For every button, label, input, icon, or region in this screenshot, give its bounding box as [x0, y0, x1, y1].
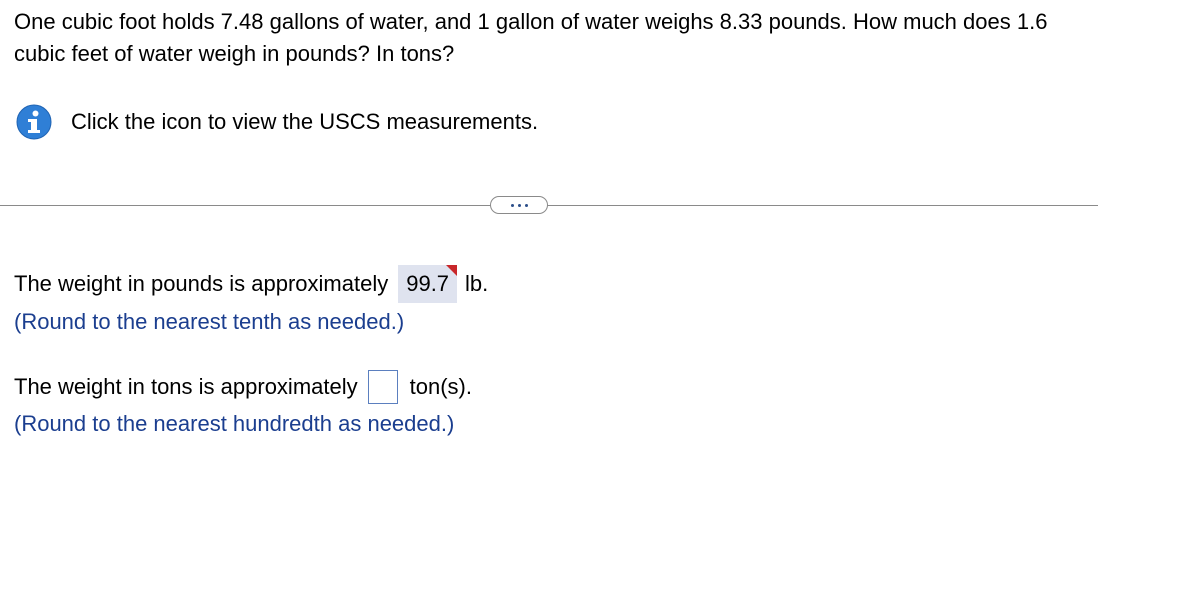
pounds-hint: (Round to the nearest tenth as needed.) — [14, 309, 405, 334]
pounds-answer-field[interactable]: 99.7 — [398, 265, 458, 303]
tons-unit: ton(s). — [409, 374, 472, 399]
pounds-answer-line: The weight in pounds is approximately 99… — [14, 265, 488, 303]
info-row: Click the icon to view the USCS measurem… — [16, 103, 538, 141]
tons-prefix: The weight in tons is approximately — [14, 374, 358, 399]
page: One cubic foot holds 7.48 gallons of wat… — [0, 0, 1196, 602]
info-text: Click the icon to view the USCS measurem… — [71, 109, 539, 134]
pounds-answer-value: 99.7 — [406, 271, 450, 296]
pounds-unit: lb. — [465, 271, 489, 296]
question-text: One cubic foot holds 7.48 gallons of wat… — [14, 9, 1048, 66]
tons-answer-input[interactable] — [367, 370, 398, 404]
tons-hint: (Round to the nearest hundredth as neede… — [14, 411, 455, 436]
info-icon[interactable] — [16, 104, 52, 140]
tons-answer-line: The weight in tons is approximately ton(… — [14, 368, 472, 406]
ellipsis-icon — [510, 203, 528, 207]
pounds-prefix: The weight in pounds is approximately — [14, 271, 389, 296]
incorrect-marker-icon — [446, 265, 458, 276]
divider — [0, 205, 1098, 206]
expand-button[interactable] — [490, 196, 548, 214]
